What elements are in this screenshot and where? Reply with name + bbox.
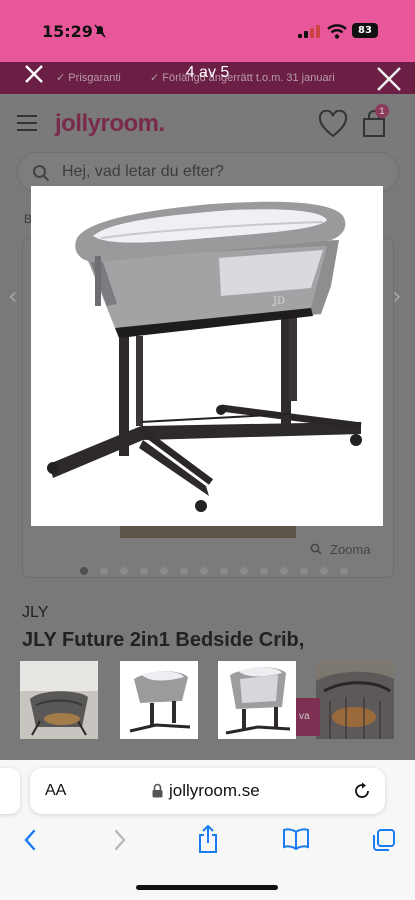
thumbnail-image — [129, 671, 191, 733]
gallery-dot[interactable] — [120, 567, 128, 575]
search-icon — [310, 543, 322, 555]
gallery-image-edge — [120, 524, 296, 538]
chevron-left-icon — [24, 829, 36, 851]
share-button[interactable] — [196, 824, 220, 859]
book-icon — [283, 828, 309, 851]
thumbnail-image — [316, 661, 394, 739]
gallery-dot[interactable] — [220, 567, 228, 575]
browser-chrome: AA jollyroom.se — [0, 760, 415, 900]
tabs-button[interactable] — [372, 828, 396, 857]
gallery-dots[interactable] — [80, 562, 360, 575]
gallery-dot[interactable] — [340, 567, 348, 575]
bell-slash-icon — [94, 24, 106, 38]
product-title: JLY Future 2in1 Bedside Crib, — [22, 629, 305, 651]
thumbnail[interactable] — [120, 661, 198, 739]
lock-icon — [152, 783, 163, 798]
gallery-dot[interactable] — [160, 567, 168, 575]
zoom-button[interactable]: Zooma — [310, 542, 370, 557]
battery-indicator: 83 — [352, 23, 378, 38]
home-indicator — [136, 885, 278, 890]
svg-text:JD: JD — [272, 296, 285, 307]
back-button[interactable] — [22, 828, 38, 857]
bookmarks-button[interactable] — [282, 828, 310, 855]
gallery-dot[interactable] — [100, 567, 108, 575]
chevron-right-icon — [114, 829, 126, 851]
bedside-crib-image: JD — [47, 201, 362, 512]
signal-icon — [298, 25, 320, 38]
thumbnail[interactable] — [218, 661, 296, 739]
cart-count-badge: 1 — [375, 104, 389, 118]
site-logo[interactable]: jollyroom. — [55, 110, 165, 138]
wifi-icon — [327, 24, 347, 39]
tabs-icon — [373, 829, 395, 851]
chevron-left-icon[interactable]: ‹ — [8, 282, 18, 310]
gallery-dot[interactable] — [200, 567, 208, 575]
share-icon — [199, 824, 217, 853]
status-time: 15:29 — [42, 22, 93, 41]
site-header: jollyroom. 1 — [0, 94, 415, 154]
lightbox-counter: 4 av 5 — [185, 64, 230, 81]
status-bar: 15:29 83 — [0, 0, 415, 62]
add-to-cart-button[interactable]: va — [296, 698, 320, 736]
reload-icon[interactable] — [352, 781, 372, 801]
previous-tab[interactable] — [0, 768, 20, 814]
thumbnail[interactable] — [20, 661, 98, 739]
zoom-label: Zooma — [330, 542, 371, 557]
thumbnail-strip — [0, 660, 415, 750]
thumbnail-image — [20, 661, 98, 739]
url-text: jollyroom.se — [169, 781, 260, 800]
forward-button[interactable] — [112, 828, 128, 857]
thumbnail-image — [225, 667, 291, 735]
address-bar[interactable]: AA jollyroom.se — [30, 768, 385, 814]
gallery-dot[interactable] — [300, 567, 308, 575]
chevron-right-icon[interactable]: › — [392, 282, 402, 310]
close-icon[interactable] — [376, 66, 402, 92]
thumbnail[interactable] — [316, 661, 394, 739]
reader-settings-button[interactable]: AA — [45, 782, 66, 800]
lightbox-image[interactable]: JD — [31, 186, 383, 526]
search-placeholder: Hej, vad letar du efter? — [62, 163, 224, 180]
gallery-dot[interactable] — [260, 567, 268, 575]
search-icon — [33, 165, 50, 182]
gallery-dot[interactable] — [180, 567, 188, 575]
gallery-dot[interactable] — [240, 567, 248, 575]
gallery-dot[interactable] — [280, 567, 288, 575]
gallery-dot[interactable] — [320, 567, 328, 575]
gallery-dot[interactable] — [140, 567, 148, 575]
gallery-dot[interactable] — [80, 567, 88, 575]
heart-icon[interactable] — [318, 110, 348, 138]
hamburger-icon[interactable] — [17, 115, 37, 136]
product-brand[interactable]: JLY — [22, 604, 48, 622]
